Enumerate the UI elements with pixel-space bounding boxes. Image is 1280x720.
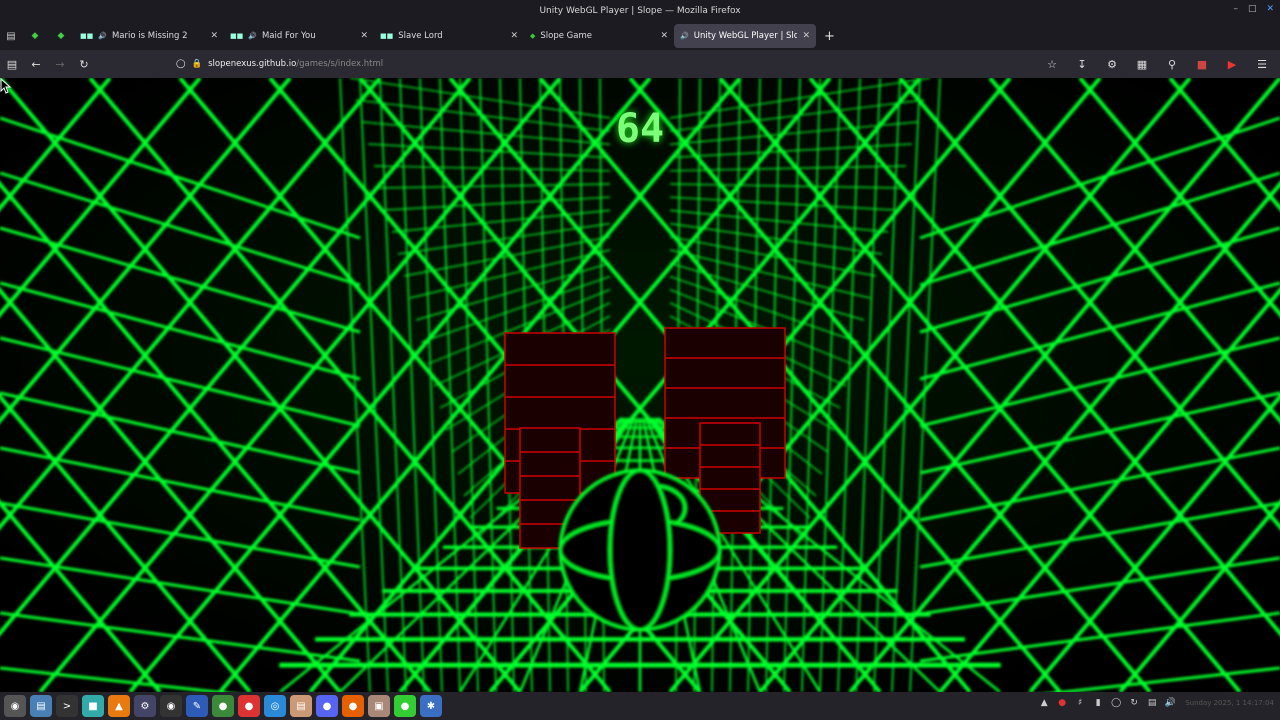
image-icon[interactable]: ▣: [368, 695, 390, 717]
app-menu-icon[interactable]: ☰: [1250, 52, 1274, 76]
mouse-pointer-icon: [0, 78, 12, 94]
bluetooth-icon[interactable]: ✱: [420, 695, 442, 717]
toolbar-icons: ☆ ↧ ⚙ ▦ ⚲ ■ ▶ ☰: [1040, 52, 1274, 76]
close-tab-icon[interactable]: ✕: [510, 31, 518, 41]
firefox-icon[interactable]: ●: [342, 695, 364, 717]
clock[interactable]: Sunday 2025, 1 14:17:04: [1185, 699, 1274, 707]
new-tab-button[interactable]: +: [824, 29, 835, 44]
tracking-shield-icon[interactable]: ◯: [176, 59, 186, 69]
tab-bar: ▤ ◆ ◆ ■■ 🔊 Mario is Missing 2 ✕ ■■ 🔊 Mai…: [0, 22, 1280, 50]
system-tray: ▲ ● ♯ ▮ ◯ ↻ ▤ 🔊 Sunday 2025, 1 14:17:04: [1037, 696, 1274, 710]
reload-button[interactable]: ↻: [72, 52, 96, 76]
close-tab-icon[interactable]: ✕: [360, 31, 368, 41]
usb-icon[interactable]: ♯: [1073, 696, 1087, 710]
ball-wireframe: [608, 468, 672, 632]
tab-label: Mario is Missing 2: [111, 31, 188, 41]
game-scene: [0, 78, 1280, 692]
pin-icon: ◆: [57, 31, 65, 41]
lock-icon[interactable]: 🔒: [192, 59, 203, 69]
pinned-tab-1[interactable]: ◆: [22, 25, 48, 47]
folder-icon[interactable]: ▤: [290, 695, 312, 717]
navigation-bar: ▤ ← → ↻ ◯ 🔒 slopenexus.github.io/games/s…: [0, 50, 1280, 78]
tab-slope-game[interactable]: ◆ Slope Game ✕: [524, 24, 674, 48]
close-window-button[interactable]: ✕: [1266, 4, 1274, 14]
terminal-icon[interactable]: >: [56, 695, 78, 717]
url-bar[interactable]: ◯ 🔒 slopenexus.github.io/games/s/index.h…: [176, 53, 996, 75]
discord-icon[interactable]: ●: [316, 695, 338, 717]
volume-icon[interactable]: 🔊: [1163, 696, 1177, 710]
game-favicon-icon: ■■: [380, 32, 394, 40]
network-icon[interactable]: ▲: [1037, 696, 1051, 710]
tab-unity-slope[interactable]: 🔊 Unity WebGL Player | Slope ✕: [674, 24, 816, 48]
addon-icon[interactable]: ■: [1190, 52, 1214, 76]
editor-icon[interactable]: ✎: [186, 695, 208, 717]
window-title: Unity WebGL Player | Slope — Mozilla Fir…: [539, 6, 741, 16]
pin-icon: ◆: [31, 31, 39, 41]
extensions-puzzle-icon[interactable]: ▦: [1130, 52, 1154, 76]
browser-icon[interactable]: ●: [212, 695, 234, 717]
minimize-button[interactable]: –: [1233, 4, 1238, 14]
maximize-button[interactable]: □: [1248, 4, 1257, 14]
audio-icon[interactable]: 🔊: [680, 32, 689, 40]
tab-label: Slave Lord: [398, 31, 443, 41]
tab-maid[interactable]: ■■ 🔊 Maid For You ✕: [224, 24, 374, 48]
back-button[interactable]: ←: [24, 52, 48, 76]
window-titlebar: Unity WebGL Player | Slope — Mozilla Fir…: [0, 0, 1280, 22]
chrome-icon[interactable]: ◉: [160, 695, 182, 717]
sidebar-icon[interactable]: ▤: [0, 52, 24, 76]
youtube-addon-icon[interactable]: ▶: [1220, 52, 1244, 76]
audio-icon[interactable]: 🔊: [98, 32, 107, 40]
close-tab-icon[interactable]: ✕: [660, 31, 668, 41]
close-tab-icon[interactable]: ✕: [210, 31, 218, 41]
tab-label: Maid For You: [261, 31, 316, 41]
battery-icon[interactable]: ▮: [1091, 696, 1105, 710]
menu-icon[interactable]: ◉: [4, 695, 26, 717]
bookmark-star-icon[interactable]: ☆: [1040, 52, 1064, 76]
tab-label: Slope Game: [540, 31, 592, 41]
settings-icon[interactable]: ⚙: [134, 695, 156, 717]
game-favicon-icon: ■■: [230, 32, 244, 40]
os-taskbar: ◉ ▤ > ■ ▲ ⚙ ◉ ✎ ● ● ◎ ▤ ● ● ▣ ● ✱ ▲ ● ♯ …: [0, 692, 1280, 720]
files-icon[interactable]: ▤: [30, 695, 52, 717]
url-path: /games/s/index.html: [296, 59, 384, 69]
safari-icon[interactable]: ◎: [264, 695, 286, 717]
downloads-icon[interactable]: ↧: [1070, 52, 1094, 76]
extension-icon[interactable]: ⚙: [1100, 52, 1124, 76]
score-counter: 64: [615, 106, 665, 152]
game-favicon-icon: ◆: [530, 32, 536, 40]
vivaldi-icon[interactable]: ●: [238, 695, 260, 717]
app-icon[interactable]: ■: [82, 695, 104, 717]
audio-icon[interactable]: 🔊: [248, 32, 257, 40]
window-controls: – □ ✕: [1233, 4, 1274, 14]
record-icon[interactable]: ●: [1055, 696, 1069, 710]
url-domain: slopenexus.github.io: [208, 59, 297, 69]
forward-button[interactable]: →: [48, 52, 72, 76]
tab-label: Unity WebGL Player | Slope: [693, 31, 798, 41]
pinned-tab-2[interactable]: ◆: [48, 25, 74, 47]
game-canvas[interactable]: 64: [0, 78, 1280, 692]
clipboard-icon[interactable]: ▤: [1145, 696, 1159, 710]
vlc-icon[interactable]: ▲: [108, 695, 130, 717]
shield-icon[interactable]: ◯: [1109, 696, 1123, 710]
tab-slave-lord[interactable]: ■■ Slave Lord ✕: [374, 24, 524, 48]
android-icon[interactable]: ●: [394, 695, 416, 717]
zoom-icon[interactable]: ⚲: [1160, 52, 1184, 76]
update-icon[interactable]: ↻: [1127, 696, 1141, 710]
close-tab-icon[interactable]: ✕: [802, 31, 810, 41]
tab-mario[interactable]: ■■ 🔊 Mario is Missing 2 ✕: [74, 24, 224, 48]
recent-tabs-icon[interactable]: ▤: [0, 25, 22, 47]
game-favicon-icon: ■■: [80, 32, 94, 40]
